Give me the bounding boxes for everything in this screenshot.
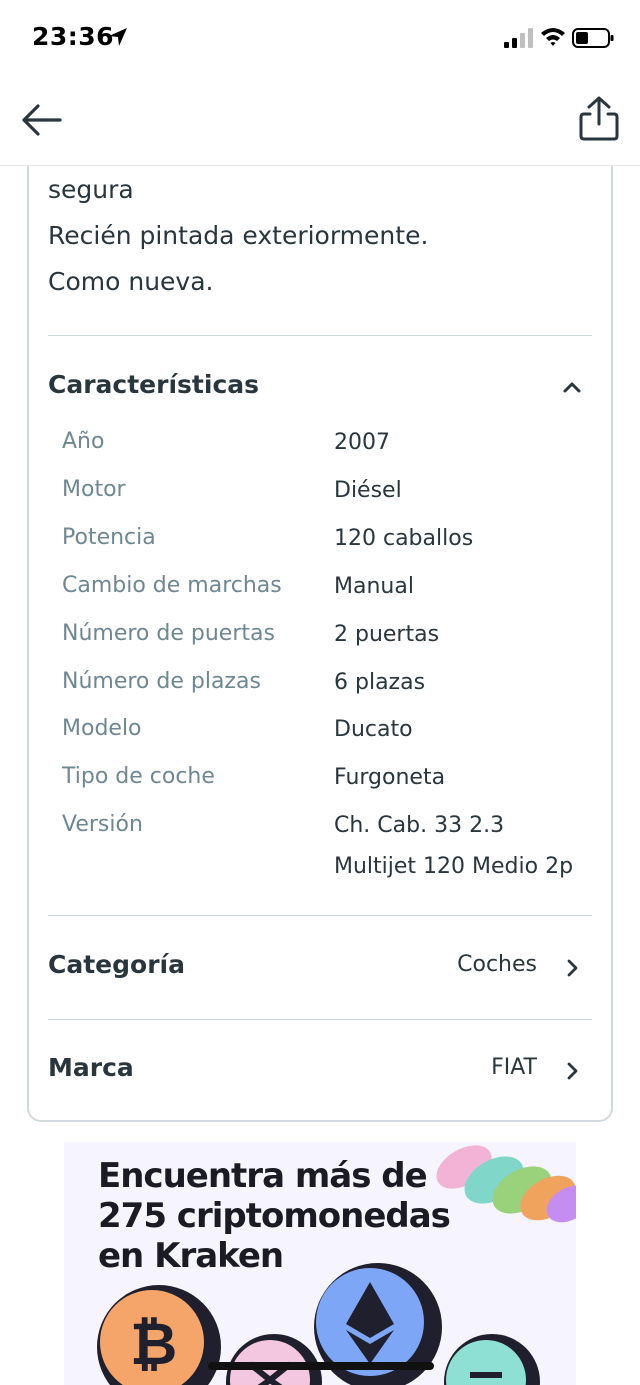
spec-label: Modelo (62, 716, 142, 741)
spec-value: Manual (334, 574, 414, 599)
brand-title: Marca (48, 1053, 134, 1082)
decorative-tubes-image (436, 1145, 576, 1223)
spec-value: 120 caballos (334, 526, 474, 551)
spec-label: Número de plazas (62, 669, 261, 694)
chevron-right-icon (567, 959, 578, 977)
spec-value-line2: Multijet 120 Medio 2p (334, 854, 574, 879)
description-line: segura (48, 175, 134, 204)
spec-value: Ch. Cab. 33 2.3 (334, 813, 505, 838)
share-button[interactable] (574, 94, 624, 144)
spec-value: 6 plazas (334, 670, 426, 695)
status-time: 23:36 (32, 22, 115, 51)
spec-label: Motor (62, 477, 126, 502)
divider (48, 1019, 592, 1020)
xrp-coin-image (226, 1334, 322, 1385)
crypto-coin-image (444, 1334, 540, 1385)
battery-icon (572, 28, 614, 48)
spec-label: Tipo de coche (62, 764, 215, 789)
spec-label: Potencia (62, 525, 156, 550)
spec-label: Número de puertas (62, 621, 275, 646)
characteristics-title: Características (48, 370, 260, 399)
description-line: Como nueva. (48, 267, 214, 296)
spec-value: 2 puertas (334, 622, 440, 647)
top-navigation-bar (0, 78, 640, 166)
bitcoin-coin-image: ₿ (97, 1285, 221, 1385)
spec-value: Ducato (334, 717, 413, 742)
location-arrow-icon (109, 28, 127, 46)
spec-value: Diésel (334, 478, 402, 503)
wifi-icon (541, 28, 565, 46)
spec-value: 2007 (334, 430, 390, 455)
ad-headline-line: en Kraken (98, 1236, 284, 1276)
share-icon (579, 96, 619, 141)
chevron-up-icon[interactable] (561, 378, 583, 396)
svg-text:₿: ₿ (130, 1310, 177, 1378)
status-bar: 23:36 (0, 0, 640, 78)
arrow-left-icon (22, 104, 62, 136)
chevron-right-icon (567, 1062, 578, 1080)
back-button[interactable] (18, 98, 64, 142)
kraken-ad-banner[interactable]: ₿ Encuentra más de 275 criptomonedas en … (64, 1142, 576, 1385)
home-indicator[interactable] (208, 1362, 434, 1370)
description-line: Recién pintada exteriormente. (48, 221, 429, 250)
ad-headline-line: 275 criptomonedas (98, 1196, 451, 1236)
ad-headline-line: Encuentra más de (98, 1156, 428, 1196)
divider (48, 335, 592, 336)
divider (48, 915, 592, 916)
spec-label: Año (62, 429, 105, 454)
spec-label: Versión (62, 812, 143, 837)
brand-value: FIAT (491, 1055, 537, 1080)
spec-label: Cambio de marchas (62, 573, 282, 598)
category-value: Coches (457, 952, 537, 977)
cellular-signal-icon (504, 28, 533, 48)
spec-value: Furgoneta (334, 765, 446, 790)
category-title: Categoría (48, 950, 185, 979)
